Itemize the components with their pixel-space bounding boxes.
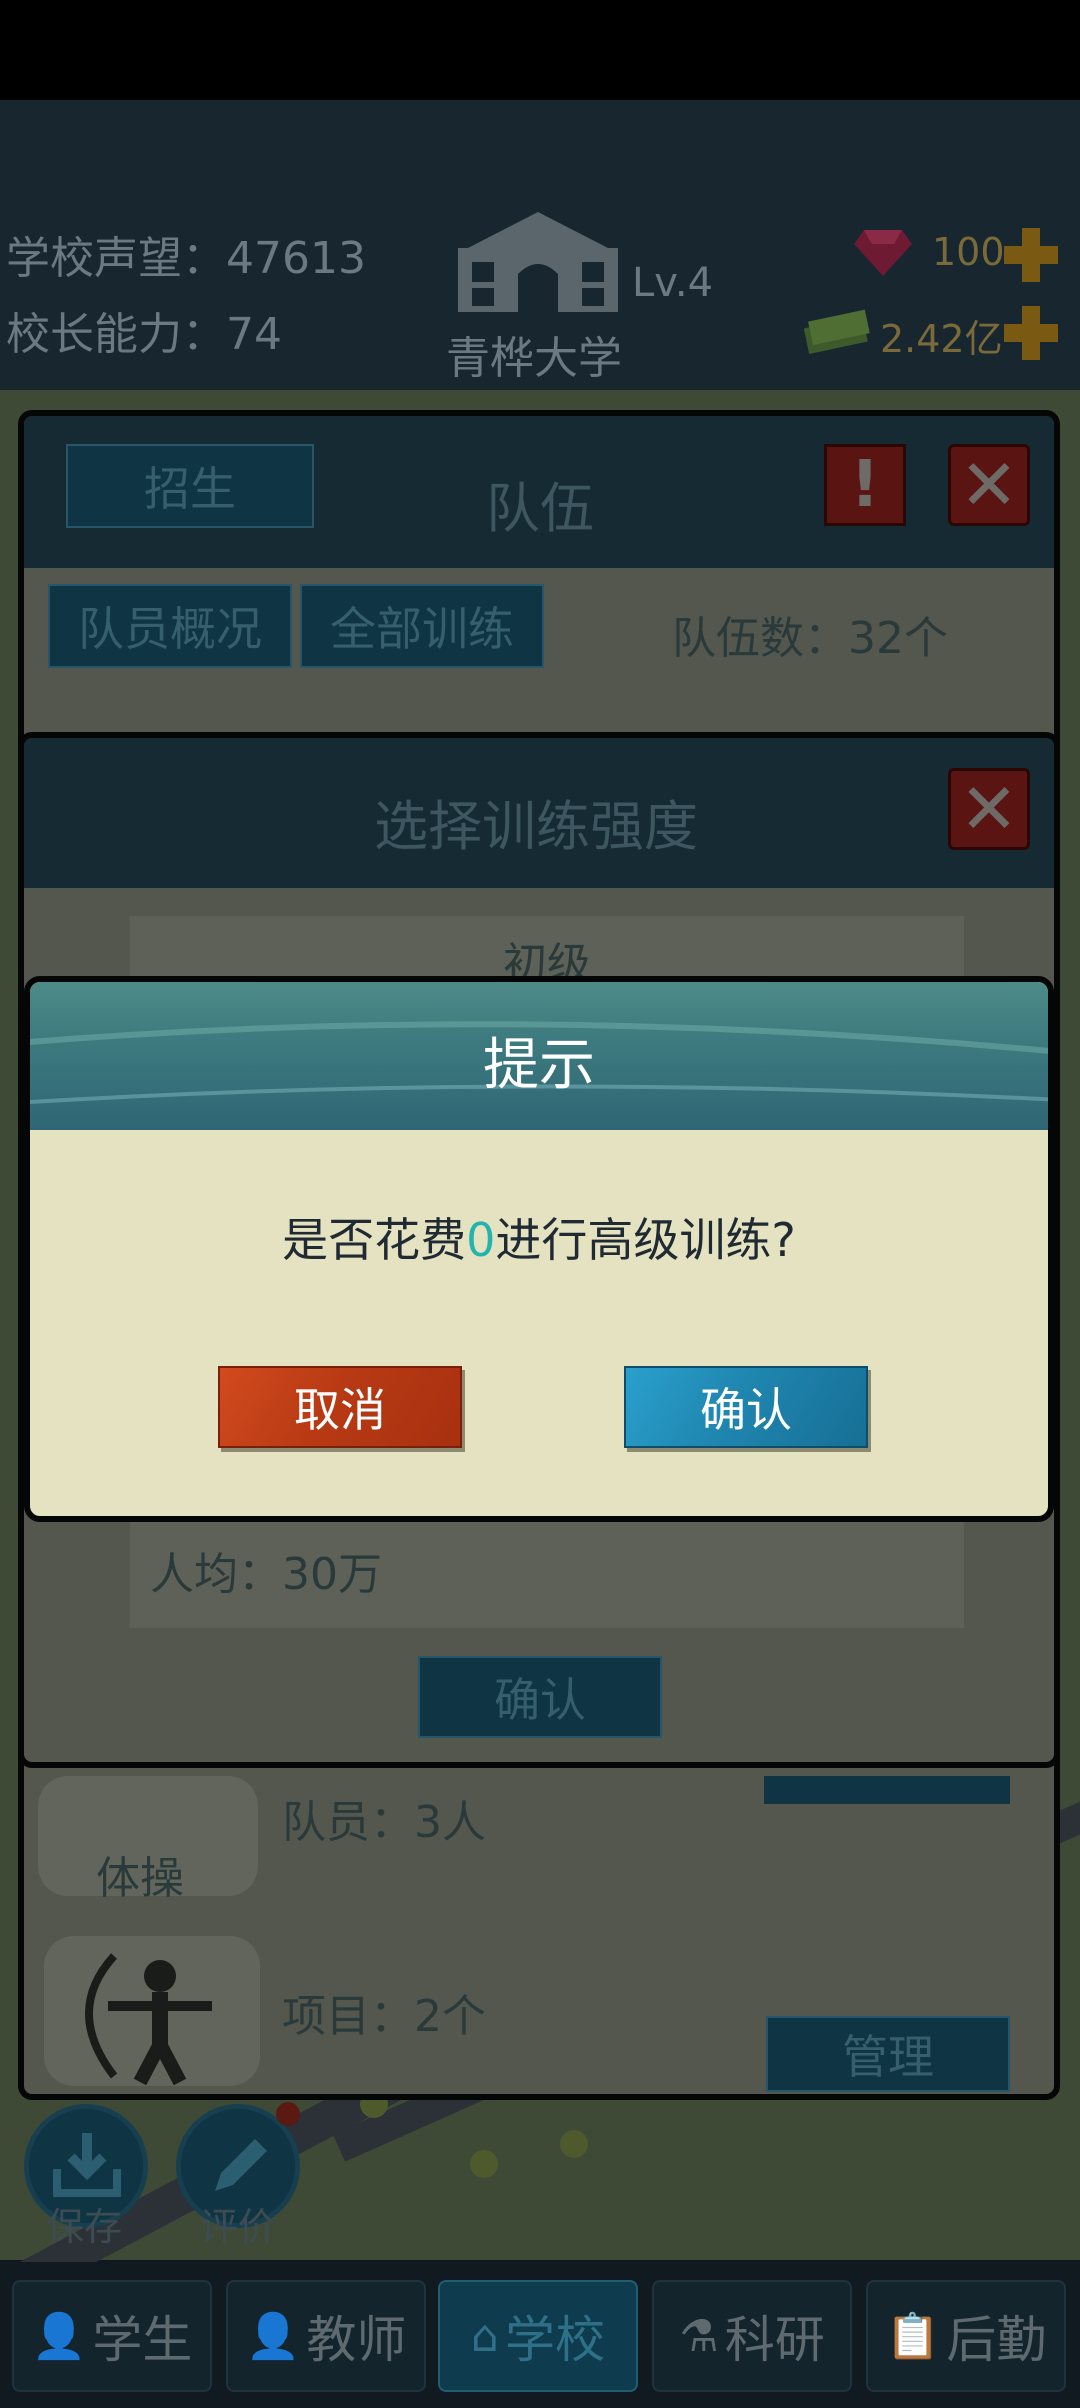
message-suffix: 进行高级训练?	[495, 1213, 796, 1267]
nav-research-label: 科研	[724, 2311, 825, 2369]
confirm-button[interactable]: 确认	[624, 1366, 868, 1448]
per-person-cost: 人均：30万	[150, 1549, 382, 1600]
cancel-button[interactable]: 取消	[218, 1366, 462, 1448]
nav-school[interactable]: ⌂ 学校	[438, 2280, 638, 2392]
school-level: Lv.4	[632, 260, 714, 306]
review-label: 评价	[200, 2205, 277, 2249]
gem-count: 100	[932, 230, 1005, 274]
dialog-title: 提示	[483, 1033, 595, 1098]
manage-button[interactable]: 管理	[766, 2016, 1010, 2092]
school-reputation: 学校声望：47613	[6, 233, 366, 284]
sport-projects: 项目：2个	[282, 1991, 486, 2042]
flask-icon: ⚗	[679, 2310, 719, 2362]
nav-school-label: 学校	[504, 2311, 605, 2369]
message-cost: 0	[466, 1213, 496, 1267]
school-building-icon	[458, 212, 618, 312]
nav-logistics[interactable]: 📋 后勤	[866, 2280, 1066, 2392]
teacher-icon: 👤	[245, 2311, 301, 2362]
clipboard-icon: 📋	[885, 2311, 941, 2362]
nav-logistics-label: 后勤	[946, 2311, 1047, 2369]
bottom-nav: 👤 学生 👤 教师 ⌂ 学校 ⚗ 科研 📋 后勤	[0, 2262, 1080, 2408]
train-all-button[interactable]: 全部训练	[300, 584, 544, 668]
sport-avatar-archery[interactable]	[44, 1936, 260, 2086]
dialog-message: 是否花费0进行高级训练?	[30, 1204, 1048, 1270]
money-icon	[803, 309, 870, 354]
notification-dot	[276, 2102, 300, 2126]
recruit-button[interactable]: 招生	[66, 444, 314, 528]
school-icon: ⌂	[471, 2310, 499, 2362]
intensity-panel-title: 选择训练强度	[374, 795, 698, 858]
nav-teachers[interactable]: 👤 教师	[226, 2280, 426, 2392]
nav-teachers-label: 教师	[306, 2311, 407, 2369]
gem-icon	[854, 230, 912, 276]
save-label: 保存	[46, 2205, 123, 2249]
school-name: 青桦大学	[446, 333, 622, 384]
add-gems-button[interactable]	[1004, 228, 1058, 282]
nav-research[interactable]: ⚗ 科研	[652, 2280, 852, 2392]
student-icon: 👤	[31, 2311, 87, 2362]
member-overview-button[interactable]: 队员概况	[48, 584, 292, 668]
message-prefix: 是否花费	[282, 1213, 467, 1267]
sport-action-button[interactable]	[764, 1776, 1010, 1804]
team-panel-title: 队伍	[486, 477, 594, 540]
sport-name: 体操	[96, 1853, 184, 1904]
status-bar	[0, 0, 1080, 100]
team-count: 队伍数：32个	[672, 613, 948, 664]
principal-ability: 校长能力：74	[6, 309, 282, 360]
intensity-confirm-button[interactable]: 确认	[418, 1656, 662, 1738]
add-money-button[interactable]	[1004, 306, 1058, 360]
sport-members: 队员：3人	[282, 1797, 486, 1848]
prompt-dialog: 提示 是否花费0进行高级训练? 取消 确认	[24, 976, 1054, 1522]
team-close-button[interactable]: ✕	[948, 444, 1030, 526]
pencil-icon	[215, 2139, 267, 2191]
nav-students-label: 学生	[92, 2311, 193, 2369]
archery-icon	[85, 1953, 212, 2086]
top-header: 学校声望：47613 校长能力：74 Lv.4 青桦大学 100 2.42亿	[0, 100, 1080, 390]
intensity-close-button[interactable]: ✕	[948, 768, 1030, 850]
download-icon	[53, 2133, 121, 2197]
money-amount: 2.42亿	[880, 317, 1003, 361]
nav-students[interactable]: 👤 学生	[12, 2280, 212, 2392]
alert-icon[interactable]: !	[824, 444, 906, 526]
